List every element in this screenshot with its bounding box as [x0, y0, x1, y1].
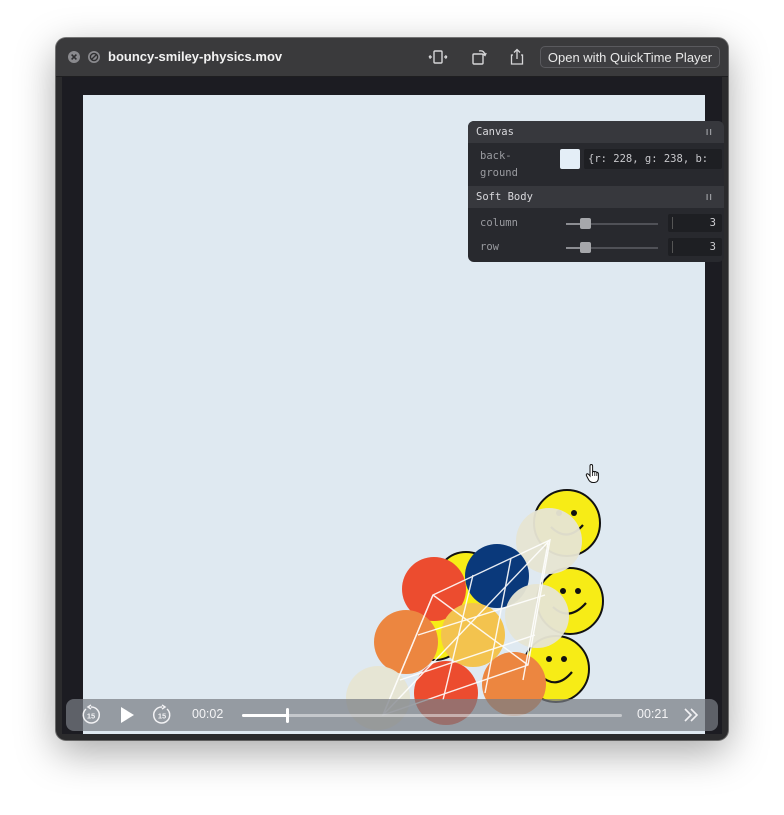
video-stage: Canvas back- ground {r: 228, g: 238, b: … [62, 77, 724, 734]
resize-icon [428, 50, 448, 64]
row-value-field[interactable]: 3 [668, 238, 722, 256]
total-time: 00:21 [637, 707, 669, 721]
current-time: 00:02 [192, 707, 224, 721]
background-label-line1: back- [480, 150, 512, 162]
fast-forward-button[interactable] [682, 706, 700, 724]
window-title: bouncy-smiley-physics.mov [108, 49, 283, 64]
svg-text:15: 15 [87, 712, 95, 721]
skip-forward-15-icon: 15 [153, 704, 171, 724]
resize-button[interactable] [428, 48, 448, 66]
rotate-button[interactable] [469, 48, 489, 66]
tweakpane-panel: Canvas back- ground {r: 228, g: 238, b: … [468, 121, 724, 262]
close-button[interactable] [68, 51, 80, 63]
hand-pointer-icon [585, 464, 599, 483]
canvas-section-title: Canvas [476, 126, 514, 138]
playback-controls: 15 15 00:02 00:21 [66, 699, 718, 731]
quicktime-preview-window: bouncy-smiley-physics.mov Open with Quic… [56, 38, 728, 740]
share-button[interactable] [507, 48, 527, 66]
double-chevron-right-icon [684, 708, 699, 722]
scrubber-track[interactable] [242, 708, 622, 723]
skip-back-15-icon: 15 [82, 704, 100, 724]
background-color-swatch[interactable] [560, 149, 580, 169]
svg-text:15: 15 [158, 712, 166, 721]
scrubber-playhead[interactable] [286, 708, 290, 723]
softbody-section-title: Soft Body [476, 191, 533, 203]
row-label: row [480, 241, 499, 253]
rotate-icon [472, 50, 487, 65]
row-slider-knob[interactable] [580, 242, 591, 253]
softbody-section-header[interactable]: Soft Body [468, 186, 724, 208]
skip-back-button[interactable]: 15 [80, 704, 102, 726]
ball-light-orange [441, 603, 505, 667]
grip-icon [706, 194, 712, 200]
column-label: column [480, 217, 518, 229]
play-icon [121, 707, 134, 723]
grip-icon [706, 129, 712, 135]
ball-orange-left [374, 610, 438, 674]
disabled-button[interactable] [88, 51, 100, 63]
background-label-line2: ground [480, 167, 518, 179]
open-with-quicktime-button[interactable]: Open with QuickTime Player [540, 46, 720, 68]
close-icon [71, 54, 77, 60]
scrubber-progress [242, 714, 288, 717]
circle-slash-icon [89, 52, 99, 62]
background-color-field[interactable]: {r: 228, g: 238, b: [584, 149, 722, 169]
share-icon [510, 48, 524, 65]
skip-forward-button[interactable]: 15 [151, 704, 173, 726]
column-value-field[interactable]: 3 [668, 214, 722, 232]
column-slider-knob[interactable] [580, 218, 591, 229]
play-button[interactable] [118, 706, 136, 724]
title-bar: bouncy-smiley-physics.mov Open with Quic… [56, 38, 728, 77]
canvas-section-header[interactable]: Canvas [468, 121, 724, 143]
